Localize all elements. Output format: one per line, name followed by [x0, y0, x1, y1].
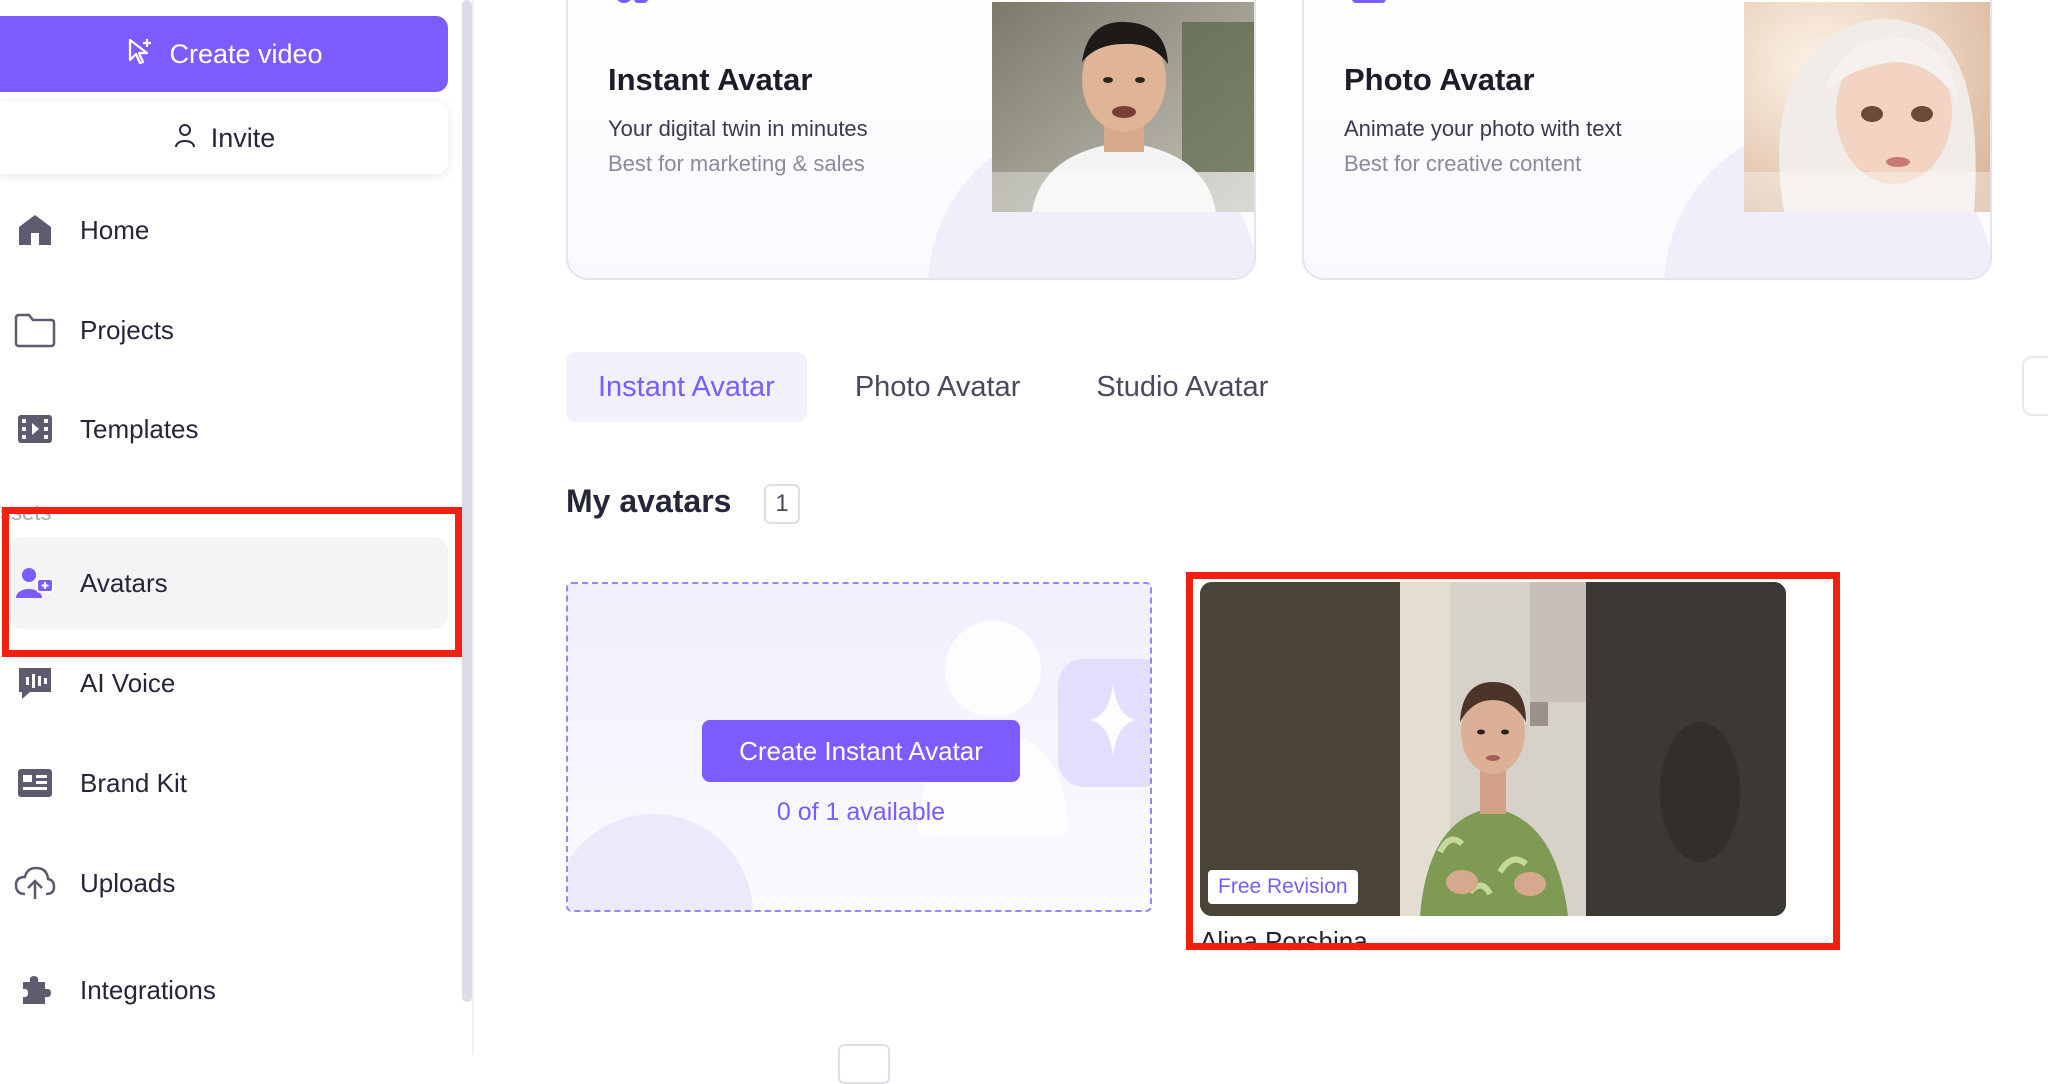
availability-text: 0 of 1 available: [776, 798, 946, 826]
sidebar-item-label: Brand Kit: [80, 767, 187, 798]
sidebar-item-uploads[interactable]: Uploads: [0, 837, 450, 929]
folder-icon: [14, 309, 56, 351]
sidebar-scrollbar[interactable]: [462, 0, 472, 1002]
create-instant-avatar-button[interactable]: Create Instant Avatar: [702, 720, 1020, 782]
avatar-count-badge: 1: [764, 484, 800, 524]
create-instant-avatar-card: Create Instant Avatar 0 of 1 available: [566, 582, 1152, 912]
card-note: Best for marketing & sales: [608, 151, 865, 176]
invite-button[interactable]: Invite: [0, 102, 448, 174]
create-video-label: Create video: [169, 38, 323, 69]
instant-avatar-icon: [617, 0, 648, 3]
avatar-highlight-box: [1186, 572, 1840, 950]
brand-kit-icon: [14, 762, 56, 804]
create-video-icon: [125, 36, 155, 73]
card-note: Best for creative content: [1344, 151, 1582, 176]
tab-photo-avatar[interactable]: Photo Avatar: [823, 352, 1053, 422]
sidebar-item-label: Projects: [80, 314, 174, 345]
card-title: Photo Avatar: [1344, 62, 1535, 97]
instant-avatar-card[interactable]: Instant Avatar Your digital twin in minu…: [566, 0, 1256, 280]
next-section-badge: [838, 1044, 890, 1084]
tab-instant-avatar[interactable]: Instant Avatar: [566, 352, 807, 422]
card-title: Instant Avatar: [608, 62, 813, 97]
instant-avatar-preview-image: [992, 2, 1254, 212]
user-icon: [173, 122, 197, 155]
sidebar-item-brand-kit[interactable]: Brand Kit: [0, 737, 450, 829]
photo-avatar-card[interactable]: Photo Avatar Animate your photo with tex…: [1302, 0, 1992, 280]
photo-avatar-preview-image: [1744, 2, 1990, 212]
card-subtitle: Your digital twin in minutes: [608, 116, 868, 141]
create-video-button[interactable]: Create video: [0, 16, 448, 92]
sidebar-item-integrations[interactable]: Integrations: [0, 944, 450, 1036]
avatars-highlight-box: [2, 507, 462, 657]
sidebar-item-label: Home: [80, 214, 150, 245]
partial-control[interactable]: [2022, 356, 2048, 416]
sidebar-item-label: Integrations: [80, 974, 216, 1005]
sidebar-item-projects[interactable]: Projects: [0, 284, 450, 376]
sidebar-item-label: Templates: [80, 413, 199, 444]
voice-icon: [14, 662, 56, 704]
puzzle-icon: [14, 969, 56, 1011]
invite-label: Invite: [210, 122, 276, 153]
film-icon: [14, 408, 56, 450]
sidebar-item-label: AI Voice: [80, 667, 176, 698]
sidebar-item-home[interactable]: Home: [0, 184, 450, 276]
upload-cloud-icon: [14, 862, 56, 904]
my-avatars-title: My avatars: [566, 483, 732, 519]
card-subtitle: Animate your photo with text: [1344, 116, 1622, 141]
avatar-type-tabs: Instant Avatar Photo Avatar Studio Avata…: [566, 352, 1300, 422]
sidebar-item-templates[interactable]: Templates: [0, 383, 450, 475]
photo-avatar-icon: [1352, 0, 1386, 3]
home-icon: [14, 209, 56, 251]
sidebar-item-label: Uploads: [80, 867, 176, 898]
tab-studio-avatar[interactable]: Studio Avatar: [1064, 352, 1300, 422]
